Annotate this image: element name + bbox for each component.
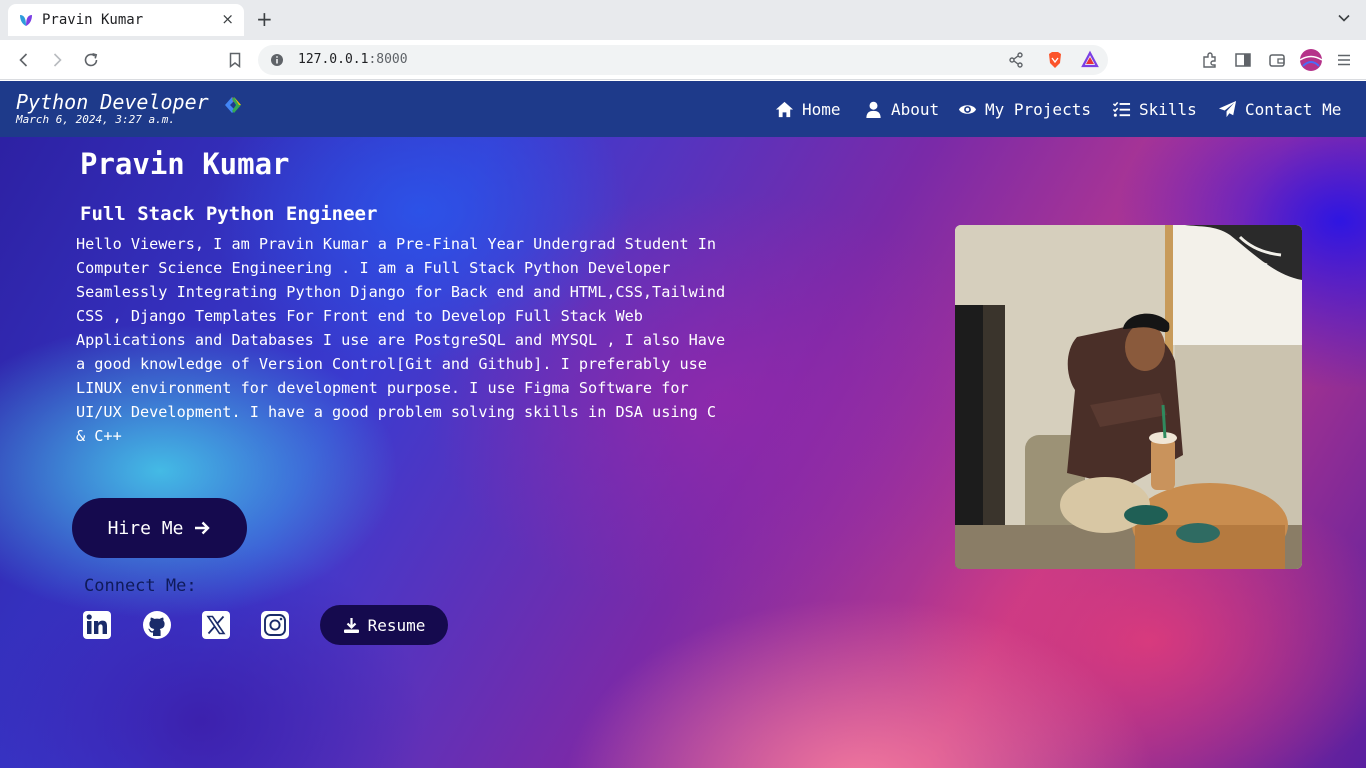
nav-projects[interactable]: My Projects — [958, 98, 1091, 120]
current-datetime: March 6, 2024, 3:27 a.m. — [16, 113, 175, 126]
profile-photo — [955, 225, 1302, 569]
nav-home[interactable]: Home — [775, 98, 841, 120]
brave-shields-icon[interactable] — [1045, 50, 1065, 70]
home-icon — [775, 101, 794, 117]
resume-label: Resume — [367, 615, 426, 635]
new-tab-icon[interactable]: + — [256, 7, 273, 31]
nav-home-label: Home — [802, 99, 841, 119]
profile-avatar-icon[interactable] — [1300, 49, 1322, 71]
instagram-link[interactable] — [260, 610, 290, 640]
hero-name: Pravin Kumar — [80, 147, 290, 181]
hire-me-button[interactable]: Hire Me — [72, 498, 247, 558]
hero-bio: Hello Viewers, I am Pravin Kumar a Pre-F… — [76, 235, 726, 445]
site-navbar: Python Developer March 6, 2024, 3:27 a.m… — [0, 81, 1366, 137]
address-bar[interactable]: 127.0.0.1:8000 — [258, 45, 1108, 75]
bookmark-icon[interactable] — [225, 50, 245, 70]
hero-title: Full Stack Python Engineer — [80, 203, 378, 225]
browser-tab[interactable]: Pravin Kumar × — [8, 4, 244, 36]
tab-list-chevron-icon[interactable] — [1338, 12, 1350, 24]
download-icon — [343, 617, 359, 633]
user-icon — [866, 101, 881, 118]
eye-icon — [958, 104, 977, 114]
sidebar-icon[interactable] — [1233, 50, 1253, 70]
github-link[interactable] — [142, 610, 172, 640]
nav-skills-label: Skills — [1139, 99, 1197, 119]
brand-title[interactable]: Python Developer — [16, 90, 209, 114]
browser-tab-strip: Pravin Kumar × + — [0, 0, 1366, 40]
github-icon — [143, 611, 171, 639]
nav-skills[interactable]: Skills — [1112, 98, 1197, 120]
brave-rewards-icon[interactable] — [1080, 50, 1100, 70]
site-info-icon[interactable] — [270, 53, 284, 67]
linkedin-icon — [83, 611, 111, 639]
tab-close-icon[interactable]: × — [221, 10, 234, 28]
list-check-icon — [1112, 101, 1131, 117]
url-text[interactable]: 127.0.0.1:8000 — [298, 52, 408, 67]
nav-about-label: About — [891, 99, 940, 119]
back-icon[interactable] — [14, 50, 34, 70]
linkedin-link[interactable] — [82, 610, 112, 640]
connect-label: Connect Me: — [84, 576, 197, 596]
tab-title: Pravin Kumar — [42, 12, 144, 28]
browser-menu-icon[interactable] — [1334, 50, 1354, 70]
extensions-icon[interactable] — [1200, 50, 1220, 70]
url-port: :8000 — [368, 52, 408, 67]
nav-projects-label: My Projects — [985, 99, 1091, 119]
x-twitter-link[interactable] — [201, 610, 231, 640]
url-host: 127.0.0.1 — [298, 52, 369, 67]
wallet-icon[interactable] — [1267, 50, 1287, 70]
instagram-icon — [261, 611, 289, 639]
profile-photo-image — [955, 225, 1302, 569]
resume-download-button[interactable]: Resume — [320, 605, 448, 645]
x-twitter-icon — [202, 611, 230, 639]
chromium-logo-icon — [225, 97, 241, 113]
nav-contact[interactable]: Contact Me — [1218, 98, 1341, 120]
reload-icon[interactable] — [81, 50, 101, 70]
share-icon[interactable] — [1006, 50, 1026, 70]
site-favicon-icon — [20, 15, 32, 26]
arrow-right-icon — [195, 521, 211, 535]
browser-toolbar: 127.0.0.1:8000 — [0, 40, 1366, 80]
nav-contact-label: Contact Me — [1245, 99, 1342, 119]
portfolio-page: Python Developer March 6, 2024, 3:27 a.m… — [0, 81, 1366, 768]
paper-plane-icon — [1218, 100, 1237, 117]
forward-icon[interactable] — [47, 50, 67, 70]
hire-me-label: Hire Me — [107, 517, 184, 539]
nav-about[interactable]: About — [864, 98, 939, 120]
